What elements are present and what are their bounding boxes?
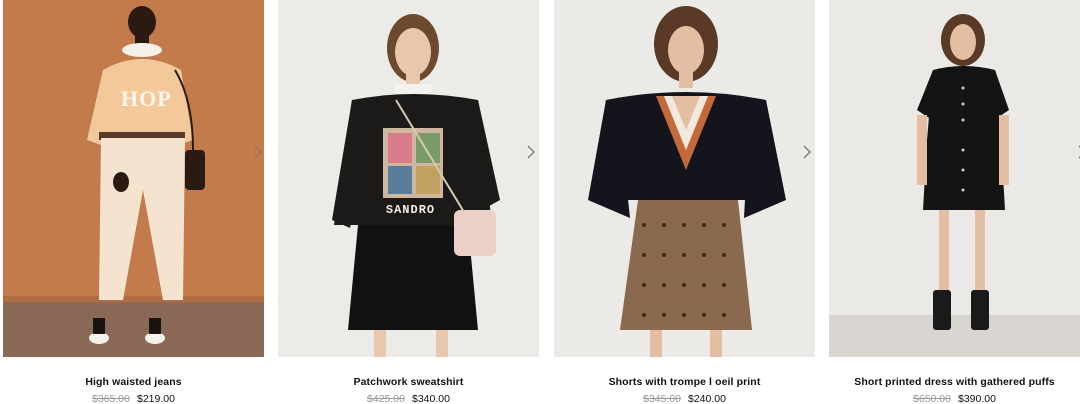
product-prices: $425.00 $340.00	[278, 393, 539, 404]
chevron-right-icon[interactable]	[251, 143, 265, 161]
product-card[interactable]: SANDRO Patchwork sweatshirt $425.00 $340.…	[278, 0, 539, 404]
product-name[interactable]: Shorts with trompe l oeil print	[554, 376, 815, 388]
product-grid: HOP High waisted jeans $365.00 $219.00 S…	[0, 0, 1080, 404]
sale-price: $240.00	[688, 393, 726, 404]
chevron-right-icon[interactable]	[800, 143, 814, 161]
product-image[interactable]	[829, 0, 1080, 357]
product-card[interactable]: HOP High waisted jeans $365.00 $219.00	[3, 0, 264, 404]
original-price: $365.00	[92, 393, 130, 404]
original-price: $425.00	[367, 393, 405, 404]
product-card[interactable]: Short printed dress with gathered puffs …	[829, 0, 1080, 404]
original-price: $345.00	[643, 393, 681, 404]
product-image[interactable]: HOP	[3, 0, 264, 357]
sale-price: $340.00	[412, 393, 450, 404]
sweater-print: SANDRO	[385, 203, 436, 217]
product-name[interactable]: High waisted jeans	[3, 376, 264, 388]
product-image[interactable]: SANDRO	[278, 0, 539, 357]
product-name[interactable]: Short printed dress with gathered puffs	[829, 376, 1080, 388]
product-prices: $650.00 $390.00	[829, 393, 1080, 404]
product-name[interactable]: Patchwork sweatshirt	[278, 376, 539, 388]
chevron-right-icon[interactable]	[524, 143, 538, 161]
sweater-print: HOP	[121, 86, 172, 111]
product-prices: $365.00 $219.00	[3, 393, 264, 404]
product-card[interactable]: Shorts with trompe l oeil print $345.00 $…	[554, 0, 815, 404]
original-price: $650.00	[913, 393, 951, 404]
sale-price: $390.00	[958, 393, 996, 404]
chevron-right-icon[interactable]	[1075, 143, 1080, 161]
sale-price: $219.00	[137, 393, 175, 404]
product-image[interactable]	[554, 0, 815, 357]
product-prices: $345.00 $240.00	[554, 393, 815, 404]
